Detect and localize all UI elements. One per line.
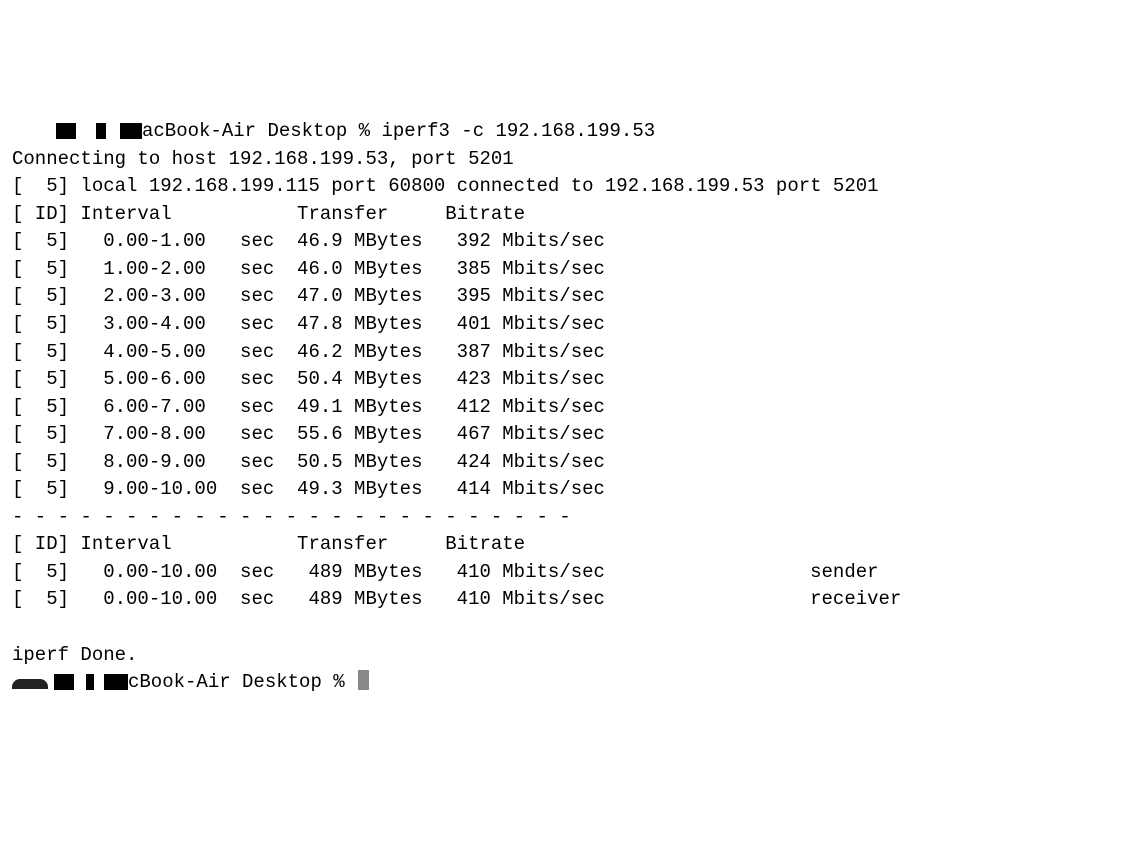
local-line: [ 5] local 192.168.199.115 port 60800 co… [12, 173, 1114, 201]
redacted-block [56, 123, 76, 139]
table-header: [ ID] Interval Transfer Bitrate [12, 201, 1114, 229]
redacted-block [96, 123, 106, 139]
table-row: [ 5] 5.00-6.00 sec 50.4 MBytes 423 Mbits… [12, 366, 1114, 394]
terminal-cursor[interactable] [358, 670, 369, 690]
table-header-summary: [ ID] Interval Transfer Bitrate [12, 531, 1114, 559]
table-row: [ 5] 8.00-9.00 sec 50.5 MBytes 424 Mbits… [12, 449, 1114, 477]
hostname-partial: cBook-Air [128, 671, 231, 693]
hostname-partial: acBook-Air [142, 120, 256, 142]
cwd: Desktop [242, 671, 322, 693]
table-row: [ 5] 3.00-4.00 sec 47.8 MBytes 401 Mbits… [12, 311, 1114, 339]
table-row: [ 5] 6.00-7.00 sec 49.1 MBytes 412 Mbits… [12, 394, 1114, 422]
redacted-block [104, 674, 128, 690]
redacted-block [120, 123, 142, 139]
table-row: [ 5] 7.00-8.00 sec 55.6 MBytes 467 Mbits… [12, 421, 1114, 449]
redacted-block [86, 674, 94, 690]
table-row: [ 5] 9.00-10.00 sec 49.3 MBytes 414 Mbit… [12, 476, 1114, 504]
blank-line [12, 614, 1114, 642]
summary-row: [ 5] 0.00-10.00 sec 489 MBytes 410 Mbits… [12, 586, 1114, 614]
table-row: [ 5] 4.00-5.00 sec 46.2 MBytes 387 Mbits… [12, 339, 1114, 367]
prompt-percent: % [359, 120, 370, 142]
summary-row: [ 5] 0.00-10.00 sec 489 MBytes 410 Mbits… [12, 559, 1114, 587]
table-row: [ 5] 0.00-1.00 sec 46.9 MBytes 392 Mbits… [12, 228, 1114, 256]
cwd: Desktop [267, 120, 347, 142]
smudge-mark [12, 679, 48, 689]
divider-line: - - - - - - - - - - - - - - - - - - - - … [12, 504, 1114, 532]
done-line: iperf Done. [12, 642, 1114, 670]
redacted-block [54, 674, 74, 690]
prompt-line-2: cBook-Air Desktop % [12, 669, 1114, 697]
table-row: [ 5] 1.00-2.00 sec 46.0 MBytes 385 Mbits… [12, 256, 1114, 284]
command-text: iperf3 -c 192.168.199.53 [381, 120, 655, 142]
prompt-line-1: acBook-Air Desktop % iperf3 -c 192.168.1… [12, 118, 1114, 146]
prompt-percent: % [333, 671, 344, 693]
connecting-line: Connecting to host 192.168.199.53, port … [12, 146, 1114, 174]
table-row: [ 5] 2.00-3.00 sec 47.0 MBytes 395 Mbits… [12, 283, 1114, 311]
terminal-output[interactable]: acBook-Air Desktop % iperf3 -c 192.168.1… [12, 118, 1114, 696]
